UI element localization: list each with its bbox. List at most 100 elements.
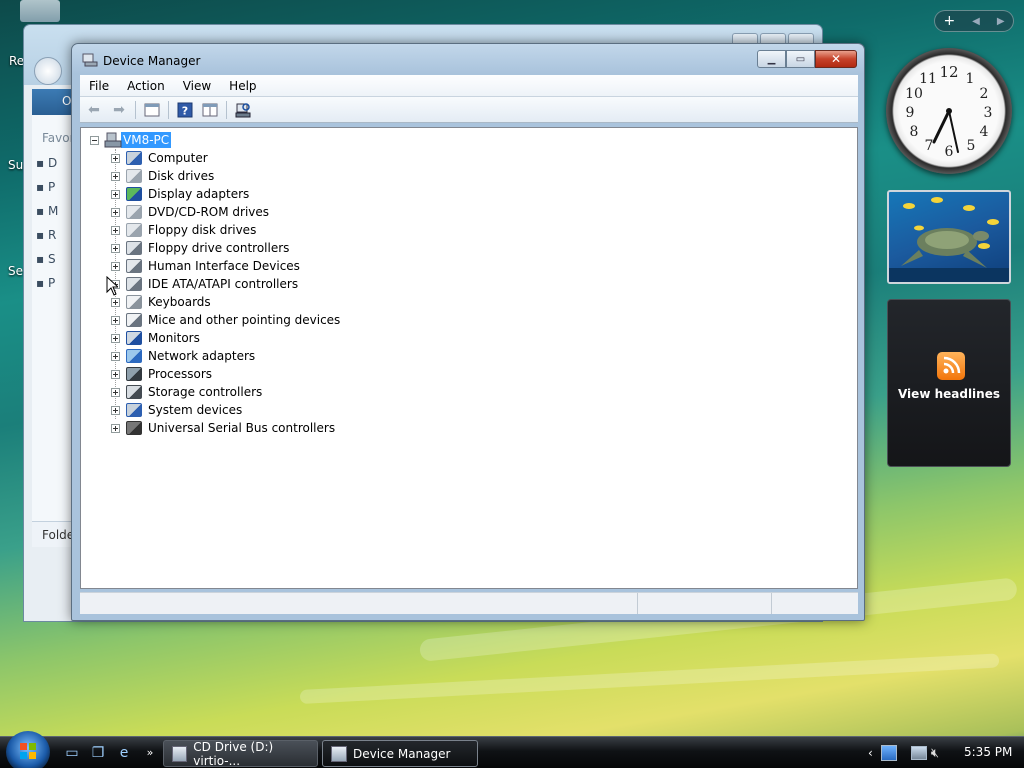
next-page-icon[interactable]: ▶: [997, 16, 1005, 27]
back-button[interactable]: ⬅: [83, 100, 105, 120]
tree-node[interactable]: Computer: [111, 149, 340, 167]
favorite-link-label: S: [47, 252, 56, 266]
favorite-link[interactable]: ▪ P: [36, 180, 55, 194]
favorite-link[interactable]: ▪ P: [36, 276, 55, 290]
expand-toggle[interactable]: [111, 351, 120, 361]
scan-hardware-button[interactable]: [232, 100, 254, 120]
favorite-link[interactable]: ▪ D: [36, 156, 57, 170]
tree-node-label: Floppy drive controllers: [148, 241, 290, 255]
network-icon[interactable]: [910, 746, 927, 760]
tree-node[interactable]: Mice and other pointing devices: [111, 311, 340, 329]
toolbar-separator: [226, 100, 227, 119]
favorite-link[interactable]: ▪ M: [36, 204, 58, 218]
recycle-bin-icon[interactable]: [20, 0, 60, 22]
show-hidden-icons-icon[interactable]: ‹: [868, 746, 873, 760]
expand-toggle[interactable]: [111, 369, 120, 379]
expand-toggle[interactable]: [111, 297, 120, 307]
display-adapter-icon: [126, 187, 142, 201]
taskbar-clock[interactable]: 5:35 PM: [964, 745, 1012, 759]
svg-text:2: 2: [980, 86, 989, 102]
minimize-button[interactable]: ▁: [757, 50, 786, 68]
expand-toggle[interactable]: [111, 315, 120, 325]
folders-toggle[interactable]: Folde: [32, 521, 74, 547]
help-button[interactable]: ?: [174, 100, 196, 120]
window-title: Device Manager: [103, 54, 201, 68]
taskbar-button-device-manager[interactable]: Device Manager: [322, 740, 478, 767]
menu-file[interactable]: File: [80, 79, 118, 93]
tree-node[interactable]: Processors: [111, 365, 340, 383]
expand-toggle[interactable]: [111, 171, 120, 181]
desktop-icon-label[interactable]: Re: [9, 54, 24, 68]
tree-node[interactable]: DVD/CD-ROM drives: [111, 203, 340, 221]
slideshow-gadget[interactable]: [887, 190, 1011, 284]
add-gadget-icon[interactable]: +: [943, 13, 955, 29]
expand-toggle[interactable]: [111, 423, 120, 433]
tree-node[interactable]: Human Interface Devices: [111, 257, 340, 275]
expand-toggle[interactable]: [111, 207, 120, 217]
tree-node[interactable]: Floppy drive controllers: [111, 239, 340, 257]
tree-node[interactable]: System devices: [111, 401, 340, 419]
processor-icon: [126, 367, 142, 381]
expand-toggle[interactable]: [111, 243, 120, 253]
toolbar-separator: [135, 100, 136, 119]
disk-drive-icon: [126, 169, 142, 183]
expand-toggle[interactable]: [111, 261, 120, 271]
svg-text:4: 4: [980, 124, 989, 140]
forward-button[interactable]: ➡: [108, 100, 130, 120]
view-headlines-link[interactable]: View headlines: [888, 387, 1010, 401]
switch-windows-icon[interactable]: ❐: [90, 745, 106, 761]
tree-node[interactable]: Monitors: [111, 329, 340, 347]
svg-text:7: 7: [925, 138, 934, 154]
close-button[interactable]: ✕: [815, 50, 857, 68]
sidebar-controls: + ◀ ▶: [934, 10, 1014, 32]
tree-node[interactable]: Floppy disk drives: [111, 221, 340, 239]
taskbar: ▭ ❐ e » CD Drive (D:) virtio-... Device …: [0, 731, 1024, 768]
device-tree-pane[interactable]: VM8-PC Computer Disk drives Display adapte…: [80, 127, 858, 589]
storage-controller-icon: [126, 385, 142, 399]
quick-launch-overflow-icon[interactable]: »: [142, 745, 158, 761]
tree-node[interactable]: IDE ATA/ATAPI controllers: [111, 275, 340, 293]
feed-headlines-gadget[interactable]: View headlines: [887, 299, 1011, 467]
title-bar[interactable]: Device Manager ▁ ▭ ✕: [72, 44, 864, 76]
tree-node[interactable]: Network adapters: [111, 347, 340, 365]
device-manager-window[interactable]: Device Manager ▁ ▭ ✕ File Action View He…: [71, 43, 865, 621]
expand-toggle[interactable]: [111, 405, 120, 415]
clock-gadget[interactable]: 12 1 2 3 4 5 6 7 8 9 10 11: [886, 48, 1012, 174]
volume-muted-icon[interactable]: 🔇︎: [931, 746, 939, 761]
expand-toggle[interactable]: [111, 333, 120, 343]
tree-node-label: Disk drives: [148, 169, 215, 183]
tree-node[interactable]: Universal Serial Bus controllers: [111, 419, 340, 437]
menu-view[interactable]: View: [174, 79, 220, 93]
maximize-button[interactable]: ▭: [786, 50, 815, 68]
tree-root-node[interactable]: VM8-PC: [90, 132, 172, 148]
windows-logo-icon: [20, 743, 36, 759]
close-icon: ✕: [830, 52, 842, 66]
expand-toggle[interactable]: [111, 189, 120, 199]
floppy-drive-icon: [126, 223, 142, 237]
collapse-root-toggle[interactable]: [90, 135, 99, 145]
tree-root-label: VM8-PC: [121, 132, 172, 148]
favorite-link[interactable]: ▪ S: [36, 252, 56, 266]
favorite-link[interactable]: ▪ R: [36, 228, 56, 242]
taskbar-button-cd-drive[interactable]: CD Drive (D:) virtio-...: [163, 740, 318, 768]
expand-toggle[interactable]: [111, 153, 120, 163]
tree-node[interactable]: Storage controllers: [111, 383, 340, 401]
menu-action[interactable]: Action: [118, 79, 174, 93]
svg-text:5: 5: [967, 138, 976, 154]
properties-view-button[interactable]: [141, 100, 163, 120]
tree-node[interactable]: Keyboards: [111, 293, 340, 311]
show-desktop-icon[interactable]: ▭: [64, 745, 80, 761]
tree-node[interactable]: Disk drives: [111, 167, 340, 185]
expand-toggle[interactable]: [111, 225, 120, 235]
tree-node[interactable]: Display adapters: [111, 185, 340, 203]
svg-text:1: 1: [966, 71, 975, 87]
details-view-button[interactable]: [199, 100, 221, 120]
menu-help[interactable]: Help: [220, 79, 265, 93]
back-nav-button[interactable]: [34, 57, 62, 85]
expand-toggle[interactable]: [111, 387, 120, 397]
svg-text:8: 8: [910, 124, 919, 140]
internet-explorer-icon[interactable]: e: [116, 745, 132, 761]
windows-defender-icon[interactable]: [880, 745, 897, 761]
start-button[interactable]: [6, 731, 50, 768]
previous-page-icon[interactable]: ◀: [972, 16, 980, 27]
